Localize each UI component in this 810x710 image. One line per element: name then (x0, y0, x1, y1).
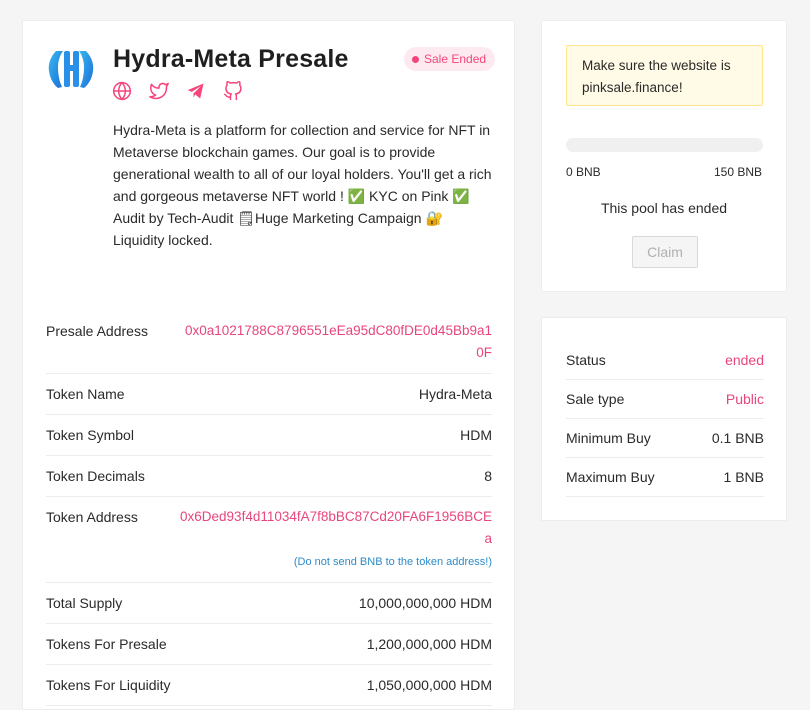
tokens-presale-row: Tokens For Presale 1,200,000,000 HDM (46, 624, 492, 665)
sale-status-card: Status ended Sale type Public Minimum Bu… (541, 317, 787, 521)
minimum-buy-label: Minimum Buy (566, 430, 651, 446)
token-name-label: Token Name (46, 386, 125, 402)
twitter-link[interactable] (149, 81, 169, 101)
token-address-warning: (Do not send BNB to the token address!) (293, 556, 492, 568)
token-symbol-label: Token Symbol (46, 427, 134, 443)
token-symbol-row: Token Symbol HDM (46, 415, 492, 456)
telegram-icon (187, 83, 204, 99)
status-value: ended (725, 352, 764, 368)
status-dot-icon (412, 55, 419, 63)
pool-card: Make sure the website is pinksale.financ… (541, 20, 787, 292)
token-address-link[interactable]: 0x6Ded93f4d11034fA7f8bBC87Cd20FA6F1956BC… (180, 506, 492, 550)
tokens-liquidity-value: 1,050,000,000 HDM (366, 677, 492, 693)
tokens-presale-label: Tokens For Presale (46, 636, 167, 652)
page-title: Hydra-Meta Presale (113, 45, 349, 73)
presale-address-link[interactable]: 0x0a1021788C8796551eEa95dC80fDE0d45Bb9a1… (180, 320, 492, 364)
presale-details-card: Hydra-Meta Presale Sale Ended Hydra-Meta… (22, 20, 515, 710)
token-address-row: Token Address 0x6Ded93f4d11034fA7f8bBC87… (46, 497, 492, 583)
github-link[interactable] (223, 81, 243, 101)
token-decimals-label: Token Decimals (46, 468, 145, 484)
minimum-buy-value: 0.1 BNB (711, 430, 764, 446)
status-row: Status ended (566, 341, 764, 380)
status-label: Status (566, 352, 606, 368)
token-address-label: Token Address (46, 509, 138, 525)
twitter-icon (149, 82, 169, 100)
token-info-table: Presale Address 0x0a1021788C8796551eEa95… (46, 311, 492, 706)
total-supply-value: 10,000,000,000 HDM (358, 595, 492, 611)
sale-type-value: Public (725, 391, 764, 407)
sale-type-row: Sale type Public (566, 380, 764, 419)
sale-type-label: Sale type (566, 391, 625, 407)
website-link[interactable] (112, 81, 132, 101)
token-name-row: Token Name Hydra-Meta (46, 374, 492, 415)
telegram-link[interactable] (186, 81, 206, 101)
presale-address-row: Presale Address 0x0a1021788C8796551eEa95… (46, 311, 492, 374)
claim-button[interactable]: Claim (632, 236, 698, 268)
token-decimals-row: Token Decimals 8 (46, 456, 492, 497)
raise-progress-bar (566, 138, 763, 152)
hydra-meta-logo (48, 51, 94, 88)
maximum-buy-label: Maximum Buy (566, 469, 655, 485)
globe-icon (112, 81, 132, 101)
maximum-buy-row: Maximum Buy 1 BNB (566, 458, 764, 497)
maximum-buy-value: 1 BNB (723, 469, 764, 485)
token-name-value: Hydra-Meta (418, 386, 492, 402)
progress-min-label: 0 BNB (566, 165, 601, 179)
pool-ended-text: This pool has ended (600, 200, 728, 216)
sale-status-label: Sale Ended (424, 52, 487, 66)
tokens-presale-value: 1,200,000,000 HDM (366, 636, 492, 652)
sale-status-table: Status ended Sale type Public Minimum Bu… (566, 341, 764, 497)
total-supply-label: Total Supply (46, 595, 123, 611)
social-links (112, 81, 243, 101)
website-warning: Make sure the website is pinksale.financ… (566, 45, 763, 106)
tokens-liquidity-label: Tokens For Liquidity (46, 677, 171, 693)
sale-status-badge: Sale Ended (404, 47, 496, 71)
total-supply-row: Total Supply 10,000,000,000 HDM (46, 583, 492, 624)
project-description: Hydra-Meta is a platform for collection … (113, 122, 492, 248)
progress-max-label: 150 BNB (713, 165, 762, 179)
github-icon (223, 81, 242, 101)
token-decimals-value: 8 (484, 468, 492, 484)
minimum-buy-row: Minimum Buy 0.1 BNB (566, 419, 764, 458)
presale-address-label: Presale Address (46, 323, 148, 339)
token-symbol-value: HDM (460, 427, 492, 443)
